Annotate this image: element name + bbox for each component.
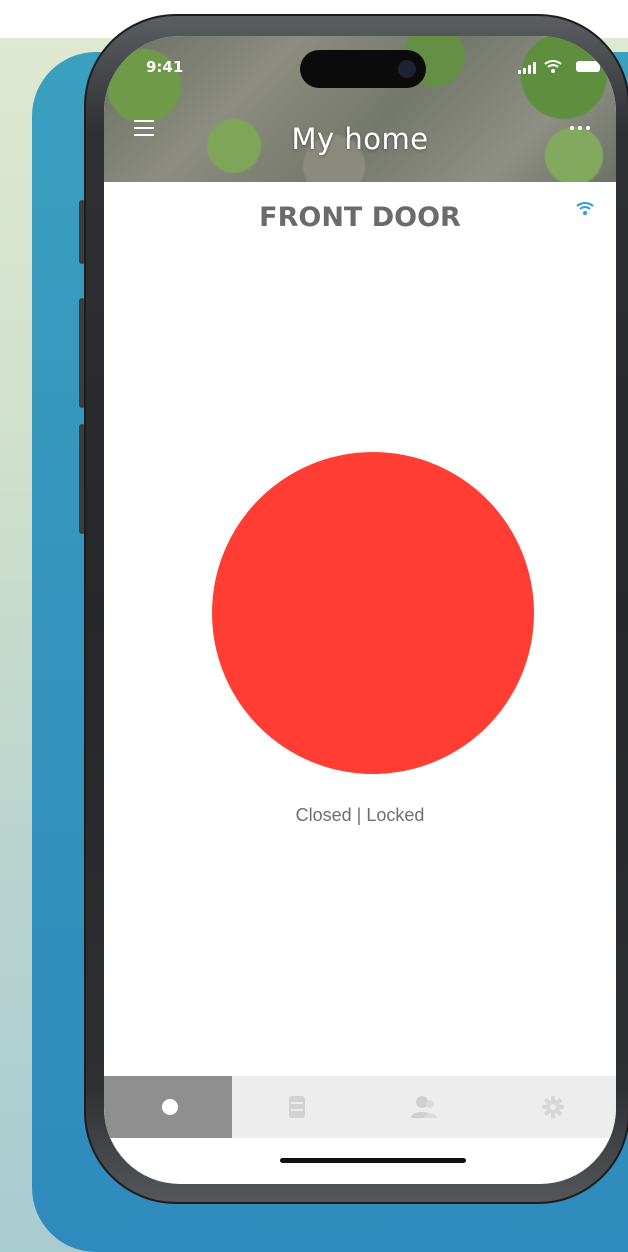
tab-log[interactable] [232, 1076, 360, 1138]
cellular-signal-icon [518, 62, 536, 74]
battery-icon [576, 61, 600, 72]
phone-screen: 9:41 My home FRONT DOOR Closed | Locked [104, 36, 616, 1184]
camera-lens-icon [398, 60, 416, 78]
status-icons [518, 60, 600, 74]
tab-users[interactable] [360, 1076, 488, 1138]
wifi-icon [544, 60, 562, 73]
wifi-icon [576, 202, 594, 215]
page-title: My home [291, 122, 429, 156]
more-options-icon[interactable] [570, 122, 594, 134]
settings-gear-icon [542, 1096, 564, 1118]
dynamic-island [300, 50, 426, 88]
lock-toggle-button[interactable] [212, 452, 534, 774]
tab-bar [104, 1076, 616, 1138]
tab-settings[interactable] [488, 1076, 616, 1138]
status-time: 9:41 [146, 58, 184, 76]
tab-lock-control[interactable] [104, 1076, 232, 1138]
door-name-heading: FRONT DOOR [259, 202, 461, 233]
log-list-icon [289, 1096, 305, 1118]
lock-control-icon [162, 1099, 178, 1115]
lock-status-text: Closed | Locked [295, 805, 425, 825]
home-indicator[interactable] [280, 1158, 466, 1163]
users-icon [411, 1096, 437, 1118]
